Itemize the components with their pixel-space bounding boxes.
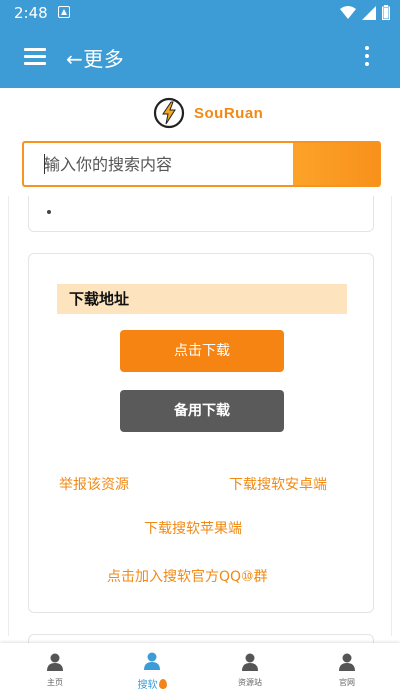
fire-icon [158,679,167,689]
search-button[interactable] [293,143,379,185]
download-android-link[interactable]: 下载搜软安卓端 [229,474,327,494]
nav-label: 资源站 [238,678,262,687]
previous-card [28,196,374,232]
person-icon [47,653,63,671]
logo-text: SouRuan [194,104,264,122]
person-icon [144,652,160,670]
more-options-icon[interactable] [364,46,370,68]
wifi-icon [340,5,356,19]
person-icon [242,653,258,671]
nav-item-resource-station[interactable]: 资源站 [200,643,300,694]
nav-label-text: 搜软 [137,680,158,691]
nav-item-official-site[interactable]: 官网 [297,643,397,694]
app-bar: ←更多 [0,26,400,88]
page-divider [8,196,9,636]
bottom-navigation: 主页 搜软 资源站 官网 [0,643,400,694]
search-bar [22,141,381,187]
status-bar: 2:48 [0,0,400,26]
text-cursor [44,154,45,174]
lightning-logo-icon [153,97,185,129]
page-title[interactable]: ←更多 [66,43,124,72]
battery-icon [382,5,390,20]
nav-label: 搜软 [102,676,202,691]
search-input[interactable] [24,143,298,185]
bullet-dot [47,210,51,214]
nav-label: 官网 [339,678,355,687]
notification-icon [58,6,70,18]
person-icon [339,653,355,671]
nav-label: 主页 [47,678,63,687]
download-button[interactable]: 点击下载 [120,330,284,372]
status-time: 2:48 [14,4,48,22]
hamburger-menu-icon[interactable] [24,48,46,66]
backup-download-button[interactable]: 备用下载 [120,390,284,432]
signal-icon [362,5,376,20]
logo: SouRuan [152,96,263,130]
section-title: 下载地址 [57,284,347,314]
join-qq-group-link[interactable]: 点击加入搜软官方QQ⑩群 [107,566,268,586]
report-resource-link[interactable]: 举报该资源 [59,474,129,494]
download-ios-link[interactable]: 下载搜软苹果端 [144,518,242,538]
page-divider [391,196,392,636]
download-card: 下载地址 点击下载 备用下载 举报该资源 下载搜软安卓端 下载搜软苹果端 点击加… [28,253,374,613]
nav-item-home[interactable]: 主页 [5,643,105,694]
nav-item-souruan[interactable]: 搜软 [102,643,202,694]
status-icons [340,5,390,20]
